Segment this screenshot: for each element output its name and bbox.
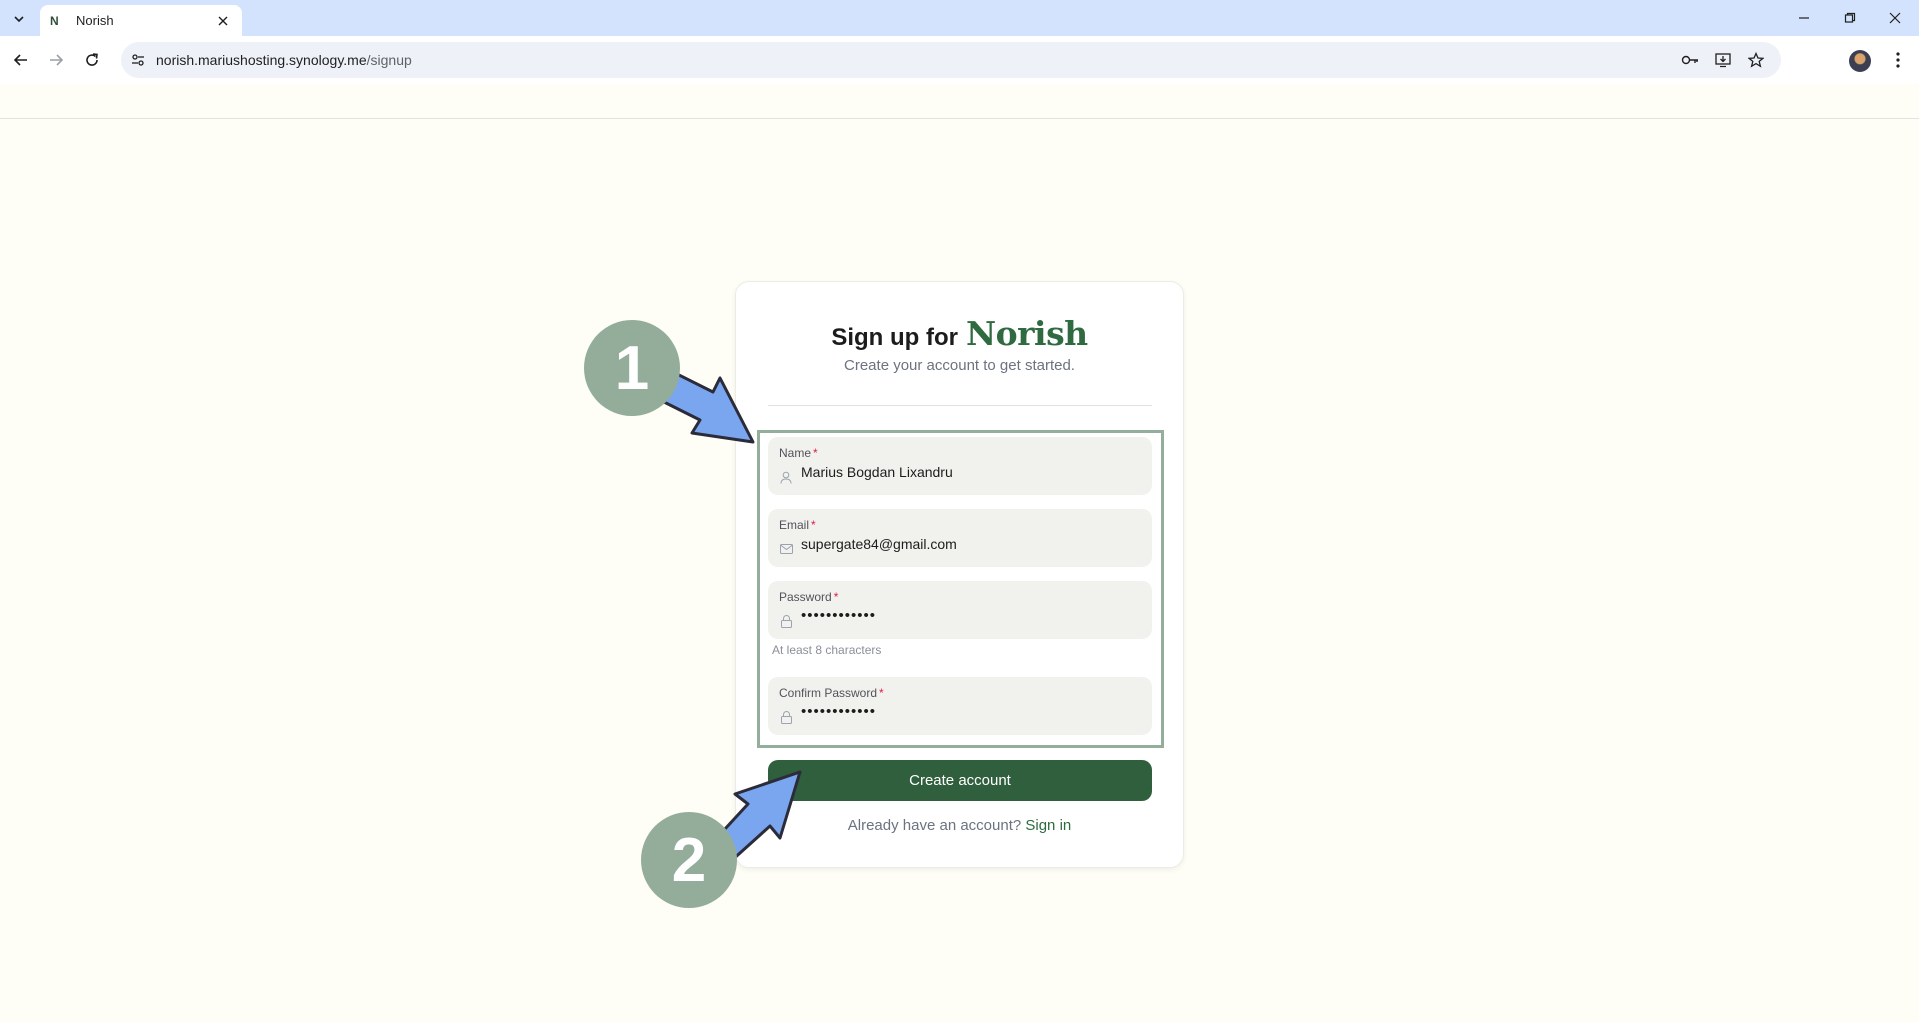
profile-avatar[interactable] [1849, 50, 1871, 72]
password-input[interactable]: •••••••••••• [801, 607, 876, 624]
required-marker: * [879, 686, 884, 700]
heading-text: Sign up for [831, 324, 958, 351]
password-hint: At least 8 characters [772, 643, 882, 657]
browser-tab[interactable]: N Norish [40, 5, 242, 36]
mail-icon [779, 542, 793, 556]
browser-toolbar: norish.mariushosting.synology.me/signup [0, 36, 1919, 84]
page-top-border [0, 118, 1919, 119]
forward-icon[interactable] [44, 48, 68, 72]
tab-search-icon[interactable] [8, 8, 30, 30]
confirm-password-field[interactable]: Confirm Password * •••••••••••• [768, 677, 1152, 735]
subtitle: Create your account to get started. [844, 357, 1075, 374]
confirm-password-input[interactable]: •••••••••••• [801, 703, 876, 720]
name-input[interactable]: Marius Bogdan Lixandru [801, 464, 953, 480]
address-bar[interactable]: norish.mariushosting.synology.me/signup [121, 42, 1781, 78]
password-key-icon[interactable] [1681, 51, 1699, 69]
signin-link[interactable]: Sign in [1025, 817, 1071, 834]
tab-favicon-icon: N [50, 13, 59, 28]
confirm-password-label: Confirm Password * [779, 686, 884, 700]
required-marker: * [813, 446, 818, 460]
step-1-badge: 1 [584, 320, 680, 416]
url-path: /signup [366, 52, 412, 68]
lock-icon [779, 614, 793, 628]
create-account-button[interactable]: Create account [768, 760, 1152, 801]
divider [768, 405, 1152, 406]
password-label: Password * [779, 590, 839, 604]
name-field[interactable]: Name * Marius Bogdan Lixandru [768, 437, 1152, 495]
email-field[interactable]: Email * supergate84@gmail.com [768, 509, 1152, 567]
bookmark-star-icon[interactable] [1747, 51, 1765, 69]
email-input[interactable]: supergate84@gmail.com [801, 536, 957, 552]
site-info-icon[interactable] [129, 51, 147, 69]
lock-icon [779, 710, 793, 724]
step-2-badge: 2 [641, 812, 737, 908]
name-label: Name * [779, 446, 818, 460]
minimize-icon[interactable] [1789, 6, 1819, 30]
required-marker: * [811, 518, 816, 532]
install-app-icon[interactable] [1714, 51, 1732, 69]
required-marker: * [833, 590, 839, 604]
restore-icon[interactable] [1835, 6, 1865, 30]
signin-prompt: Already have an account? [847, 817, 1022, 834]
tab-title: Norish [76, 13, 114, 28]
reload-icon[interactable] [80, 48, 104, 72]
more-menu-icon[interactable] [1886, 48, 1910, 72]
email-label: Email * [779, 518, 816, 532]
brand-logo: Norish [965, 314, 1088, 353]
url-text: norish.mariushosting.synology.me/signup [156, 52, 412, 68]
password-field[interactable]: Password * •••••••••••• [768, 581, 1152, 639]
user-icon [779, 470, 793, 484]
page-title: Sign up for Norish [736, 314, 1183, 353]
back-icon[interactable] [9, 48, 33, 72]
browser-tabstrip: N Norish [0, 0, 1919, 36]
url-host: norish.mariushosting.synology.me [156, 52, 367, 68]
close-icon[interactable] [214, 12, 232, 30]
window-close-icon[interactable] [1880, 6, 1910, 30]
